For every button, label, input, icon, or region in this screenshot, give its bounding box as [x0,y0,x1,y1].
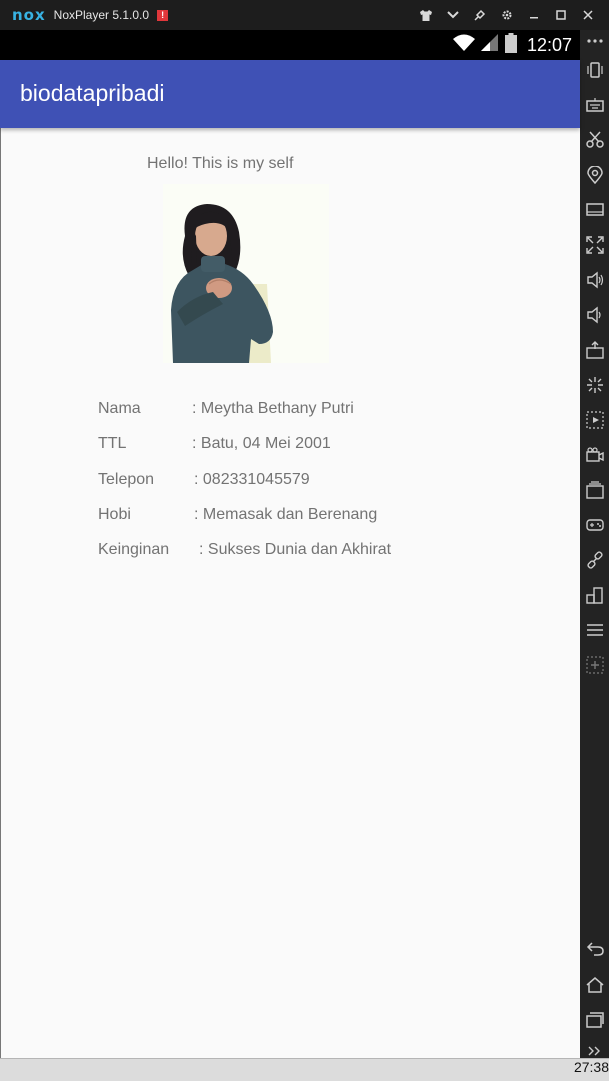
screen-icon[interactable] [580,195,609,225]
app-bar: biodatapribadi [0,60,580,128]
more-icon[interactable] [580,26,609,56]
taskbar: 27:38 [0,1058,609,1081]
scissors-icon[interactable] [580,125,609,155]
phone-rotate-icon[interactable] [580,55,609,85]
battery-icon [504,32,517,58]
app-title: biodatapribadi [20,80,165,106]
status-time: 12:07 [526,34,572,55]
bio-value: : 082331045579 [194,470,310,488]
window-controls [412,0,601,30]
window-title: NoxPlayer 5.1.0.0 [53,8,150,22]
link-icon[interactable] [580,545,609,575]
window-titlebar: nox NoxPlayer 5.1.0.0 ! [0,0,609,30]
home-icon[interactable] [580,970,609,1000]
pin-icon[interactable] [466,0,493,30]
video-record-icon[interactable] [580,440,609,470]
bio-value: : Sukses Dunia dan Akhirat [199,541,392,559]
bio-label: Nama [98,400,141,417]
add-icon[interactable] [580,650,609,680]
keyboard-icon[interactable] [580,90,609,120]
back-icon[interactable] [580,934,609,964]
bio-value: : Batu, 04 Mei 2001 [192,435,331,453]
bio-value: : Meytha Bethany Putri [192,400,354,417]
menu-icon[interactable] [580,615,609,645]
wifi-icon [452,34,475,57]
shake-icon[interactable] [580,370,609,400]
bio-label: TTL [98,435,127,453]
gear-icon[interactable] [493,0,520,30]
bio-label: Hobi [98,505,131,523]
profile-photo [163,184,329,363]
greeting-text: Hello! This is my self [147,155,294,172]
volume-down-icon[interactable] [580,300,609,330]
recents-icon[interactable] [580,1005,609,1035]
bio-value: : Memasak dan Berenang [194,505,378,523]
chevron-down-icon[interactable] [439,0,466,30]
macro-icon[interactable] [580,405,609,435]
bio-label: Keinginan [98,541,170,559]
location-icon[interactable] [580,160,609,190]
signal-icon [480,33,499,57]
alert-badge[interactable]: ! [157,9,169,21]
emulator-toolbar [580,30,609,1060]
bio-label: Telepon [98,470,155,488]
apk-install-icon[interactable] [580,335,609,365]
gamepad-icon[interactable] [580,510,609,540]
nox-logo: nox [12,6,46,24]
taskbar-time: 27:38 [573,1059,609,1075]
minimize-icon[interactable] [520,0,547,30]
fullscreen-icon[interactable] [580,230,609,260]
multi-instance-icon[interactable] [580,475,609,505]
resize-icon[interactable] [580,580,609,610]
volume-up-icon[interactable] [580,265,609,295]
shirt-icon[interactable] [412,0,439,30]
main-content: Hello! This is my self Nama : Meytha Bet… [0,128,581,1058]
android-status-bar: 12:07 [0,30,580,60]
maximize-icon[interactable] [547,0,574,30]
